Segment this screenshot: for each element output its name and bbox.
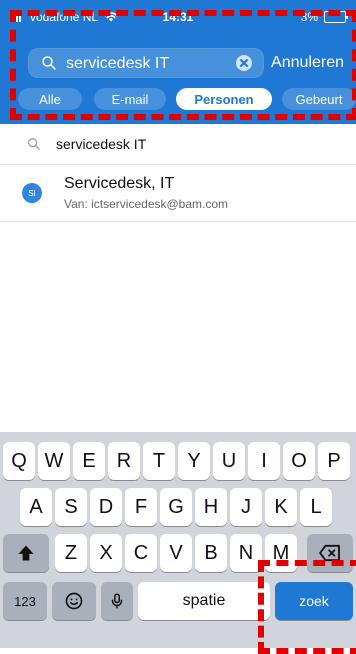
filter-tabs: Alle E-mail Personen Gebeurt	[0, 86, 356, 114]
suggestion-row[interactable]: servicedesk IT	[0, 124, 356, 165]
key-h[interactable]: H	[195, 488, 227, 526]
avatar: SI	[22, 183, 42, 203]
search-box[interactable]	[28, 48, 264, 78]
key-y[interactable]: Y	[178, 442, 210, 480]
key-k[interactable]: K	[265, 488, 297, 526]
key-w[interactable]: W	[38, 442, 70, 480]
header: vodafone NL 14:31 3% servicedesk IT Annu…	[0, 0, 356, 124]
key-u[interactable]: U	[213, 442, 245, 480]
key-a[interactable]: A	[20, 488, 52, 526]
key-f[interactable]: F	[125, 488, 157, 526]
key-t[interactable]: T	[143, 442, 175, 480]
key-x[interactable]: X	[90, 534, 122, 572]
key-b[interactable]: B	[195, 534, 227, 572]
key-q[interactable]: Q	[3, 442, 35, 480]
clear-search-button[interactable]	[236, 55, 252, 71]
person-result[interactable]: SI Servicedesk, IT Van: ictservicedesk@b…	[0, 165, 356, 222]
emoji-icon	[65, 592, 83, 610]
search-input[interactable]	[64, 52, 236, 76]
suggestion-text: servicedesk IT	[56, 136, 147, 152]
mic-icon	[111, 593, 123, 609]
search-icon	[27, 138, 40, 150]
key-e[interactable]: E	[73, 442, 105, 480]
key-m[interactable]: M	[265, 534, 297, 572]
key-s[interactable]: S	[55, 488, 87, 526]
filter-tab-gebeurtenissen[interactable]: Gebeurt	[282, 88, 356, 110]
person-email: Van: ictservicedesk@bam.com	[64, 197, 229, 211]
key-l[interactable]: L	[300, 488, 332, 526]
close-icon	[240, 59, 248, 67]
key-r[interactable]: R	[108, 442, 140, 480]
key-g[interactable]: G	[160, 488, 192, 526]
key-v[interactable]: V	[160, 534, 192, 572]
numbers-key[interactable]: 123	[3, 582, 47, 620]
delete-key[interactable]	[307, 534, 353, 572]
space-key[interactable]: spatie	[138, 582, 270, 620]
filter-tab-personen[interactable]: Personen	[176, 88, 272, 110]
key-j[interactable]: J	[230, 488, 262, 526]
search-go-key[interactable]: zoek	[275, 582, 353, 620]
person-name: Servicedesk, IT	[64, 175, 175, 192]
shift-icon	[18, 545, 34, 561]
search-icon	[42, 56, 56, 70]
key-p[interactable]: P	[318, 442, 350, 480]
suggestion: servicedesk IT	[0, 124, 356, 164]
mic-key[interactable]	[101, 582, 133, 620]
key-n[interactable]: N	[230, 534, 262, 572]
emoji-key[interactable]	[52, 582, 96, 620]
results: servicedesk IT SI Servicedesk, IT Van: i…	[0, 124, 356, 424]
battery-icon	[324, 11, 348, 23]
key-z[interactable]: Z	[55, 534, 87, 572]
key-d[interactable]: D	[90, 488, 122, 526]
filter-tab-alle[interactable]: Alle	[18, 88, 82, 110]
shift-key[interactable]	[3, 534, 49, 572]
status-right: 3%	[300, 10, 348, 24]
keyboard: Q W E R T Y U I O P A S D F G H J K L Z …	[0, 432, 356, 648]
key-c[interactable]: C	[125, 534, 157, 572]
cancel-button[interactable]: Annuleren	[271, 54, 344, 72]
delete-icon	[319, 544, 340, 562]
key-i[interactable]: I	[248, 442, 280, 480]
search-row: Annuleren	[0, 44, 356, 84]
battery-percent: 3%	[300, 10, 318, 24]
key-o[interactable]: O	[283, 442, 315, 480]
filter-tab-email[interactable]: E-mail	[94, 88, 166, 110]
status-bar: vodafone NL 14:31 3%	[0, 0, 356, 36]
